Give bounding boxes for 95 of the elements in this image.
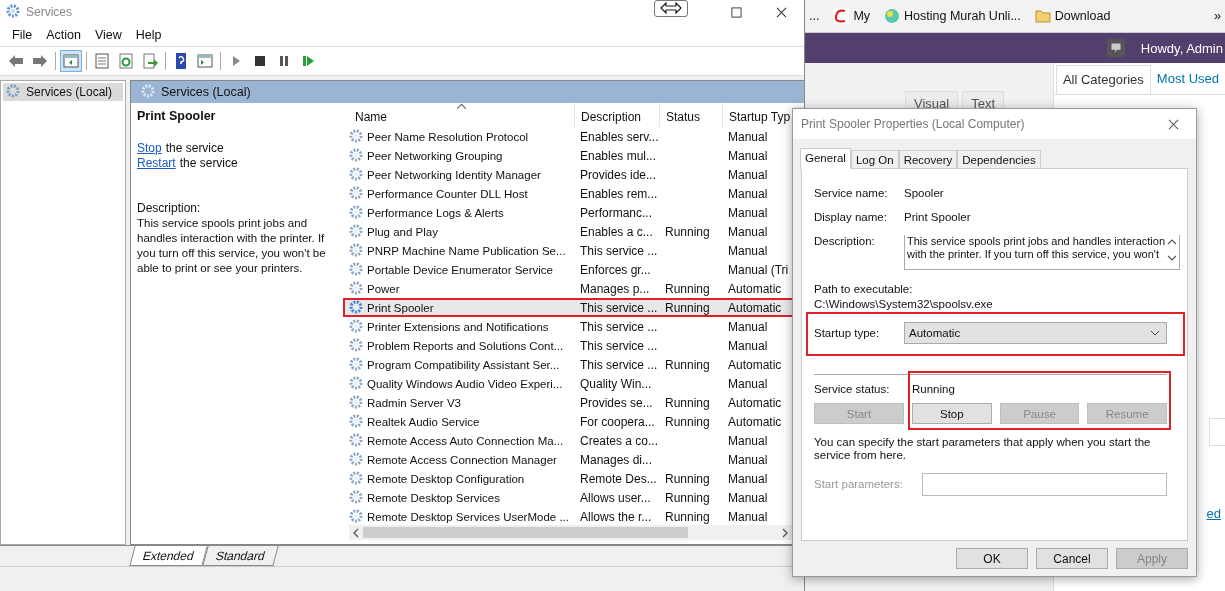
table-cell-text: Manual [727, 205, 769, 220]
table-cell-text: Manual [727, 376, 769, 391]
table-cell-text: PNRP Machine Name Publication Se... [367, 244, 567, 257]
table-cell-text: Peer Name Resolution Protocol [367, 130, 530, 143]
table-cell-text: Manual [727, 319, 769, 334]
table-cell-text: Manages di... [579, 452, 654, 467]
table-cell-text: Plug and Play [367, 225, 439, 238]
table-cell-text: Running [664, 224, 711, 239]
field-label: Startup type: [814, 327, 881, 339]
pane-title: Services (Local) [161, 85, 251, 99]
table-cell-text: Printer Extensions and Notifications [367, 320, 550, 333]
table-cell-text: This service ... [579, 338, 659, 353]
table-cell-text: Manual [727, 433, 769, 448]
table-cell-text: Manual (Tri [727, 262, 790, 277]
table-cell-text: Performance Logs & Alerts [367, 206, 505, 219]
service-title: Print Spooler [137, 109, 217, 123]
table-cell-text: Running [664, 300, 711, 315]
field-label: Service status: [814, 383, 891, 395]
table-cell-text: Running [664, 509, 711, 524]
field-label: Path to executable: [814, 282, 914, 296]
table-cell-text: Running [664, 395, 711, 410]
table-cell-text: Performance Counter DLL Host [367, 187, 529, 200]
table-cell-text: Running [664, 490, 711, 505]
action-text: the service [165, 141, 224, 156]
window-title: Services [26, 5, 72, 19]
table-cell-text: Manual [727, 509, 769, 524]
description-line: with the printer. If you turn off this service, you won't [907, 248, 1160, 261]
field-label: Service name: [814, 187, 889, 199]
table-cell-text: Provides ide... [579, 167, 658, 182]
table-cell-text: Manual [727, 186, 769, 201]
table-cell-text: Manual [727, 129, 769, 144]
table-cell-text: Portable Device Enumerator Service [367, 263, 554, 276]
table-cell-text: Power [367, 282, 401, 295]
table-cell-text: Manual [727, 452, 769, 467]
table-cell-text: Manual [727, 167, 769, 182]
table-cell-text: Remote Access Connection Manager [367, 453, 558, 466]
table-cell-text: Provides se... [579, 395, 654, 410]
table-cell-text: Realtek Audio Service [367, 415, 481, 428]
table-cell-text: Enables serv... [579, 129, 659, 144]
table-cell-text: Running [664, 281, 711, 296]
table-cell-text: Print Spooler [367, 301, 435, 314]
table-cell-text: Problem Reports and Solutions Cont... [367, 339, 565, 352]
description-label: Description: [137, 201, 202, 216]
table-cell-text: This service ... [579, 319, 659, 334]
table-cell-text: Allows user... [579, 490, 652, 505]
table-cell-text: Peer Networking Identity Manager [367, 168, 542, 181]
description-text: This service spools print jobs and handles interaction with the printer. If you turn off this service, you won't be able to print or see your printers. [137, 216, 327, 276]
dialog-title: Print Spooler Properties (Local Computer) [801, 117, 1025, 131]
table-cell-text: Enables rem... [579, 186, 659, 201]
path-text: C:\Windows\System32\spoolsv.exe [814, 297, 994, 312]
action-text: the service [179, 156, 238, 171]
table-cell-text: Allows the r... [579, 509, 653, 524]
table-cell-text: Automatic [727, 357, 783, 372]
field-value: Spooler [904, 187, 944, 199]
table-cell-text: Quality Windows Audio Video Experi... [367, 377, 564, 390]
table-cell-text: Manual [727, 243, 769, 258]
table-cell-text: Program Compatibility Assistant Ser... [367, 358, 561, 371]
table-cell-text: Automatic [727, 395, 783, 410]
table-cell-text: Automatic [727, 414, 783, 429]
table-cell-text: Performanc... [579, 205, 654, 220]
table-cell-text: Running [664, 357, 711, 372]
table-cell-text: This service ... [579, 300, 659, 315]
table-cell-text: Remote Desktop Services [367, 491, 501, 504]
table-cell-text: Peer Networking Grouping [367, 149, 504, 162]
table-cell-text: Manual [727, 148, 769, 163]
table-cell-text: Enables mul... [579, 148, 658, 163]
table-cell-text: Running [664, 471, 711, 486]
table-cell-text: Manages p... [579, 281, 651, 296]
table-cell-text: This service ... [579, 357, 659, 372]
instruction-text: You can specify the start parameters that apply when you start the service from here. [814, 436, 1152, 462]
table-cell-text: Remote Desktop Configuration [367, 472, 526, 485]
table-cell-text: This service ... [579, 243, 659, 258]
table-cell-text: Automatic [727, 300, 783, 315]
table-cell-text: Remote Des... [579, 471, 658, 486]
field-label: Description: [814, 235, 876, 247]
table-cell-text: Manual [727, 338, 769, 353]
table-cell-text: Remote Desktop Services UserMode ... [367, 510, 570, 523]
table-cell-text: Enables a c... [579, 224, 654, 239]
table-cell-text: Creates a co... [579, 433, 659, 448]
table-cell-text: Manual [727, 490, 769, 505]
status-value: Running [912, 383, 956, 395]
table-cell-text: Running [664, 414, 711, 429]
table-cell-text: Manual [727, 471, 769, 486]
table-cell-text: For coopera... [579, 414, 656, 429]
tree-label: Services (Local) [26, 85, 113, 99]
description-line: This service spools print jobs and handles interaction [907, 235, 1166, 248]
table-cell-text: Remote Access Auto Connection Ma... [367, 434, 565, 447]
table-cell-text: Manual [727, 224, 769, 239]
table-cell-text: Automatic [727, 281, 783, 296]
table-cell-text: Enforces gr... [579, 262, 652, 277]
table-cell-text: Radmin Server V3 [367, 396, 462, 409]
field-value: Print Spooler [904, 211, 971, 223]
field-label: Start parameters: [814, 478, 904, 490]
field-label: Display name: [814, 211, 888, 223]
table-cell-text: Quality Win... [579, 376, 653, 391]
